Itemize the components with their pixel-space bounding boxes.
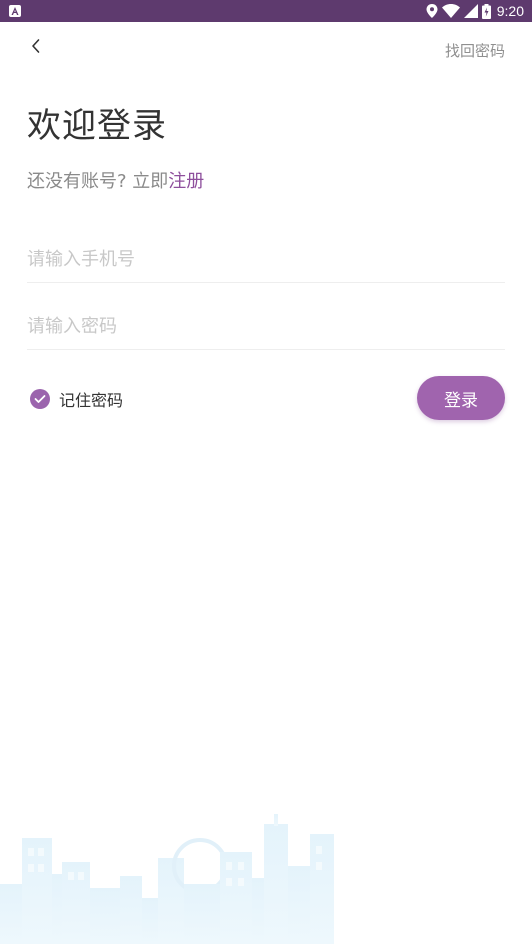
back-button[interactable] xyxy=(22,32,50,60)
password-input[interactable] xyxy=(27,303,505,349)
status-time: 9:20 xyxy=(496,3,524,19)
status-icons: 9:20 xyxy=(426,2,524,20)
register-link[interactable]: 注册 xyxy=(168,171,204,192)
login-screen: 9:20 找回密码 欢迎登录 还没有账号? 立即注册 记住密码 登录 xyxy=(0,0,532,944)
wifi-icon xyxy=(441,4,460,18)
password-field xyxy=(27,303,505,350)
phone-field xyxy=(27,236,505,283)
chevron-left-icon xyxy=(32,39,40,53)
phone-input[interactable] xyxy=(27,236,505,282)
remember-label: 记住密码 xyxy=(59,391,124,410)
signal-icon xyxy=(463,4,478,18)
app-notification-icon xyxy=(9,5,21,17)
remember-checkbox[interactable] xyxy=(30,389,50,409)
location-icon xyxy=(426,4,438,18)
check-icon xyxy=(34,395,46,403)
login-button[interactable]: 登录 xyxy=(417,376,505,420)
city-skyline-illustration xyxy=(0,814,334,944)
page-title: 欢迎登录 xyxy=(27,106,167,146)
status-bar: 9:20 xyxy=(0,0,532,22)
register-prompt-text: 还没有账号? 立即 xyxy=(27,171,169,192)
battery-icon xyxy=(481,3,491,19)
find-password-link[interactable]: 找回密码 xyxy=(445,40,505,61)
register-prompt: 还没有账号? 立即注册 xyxy=(27,167,204,193)
remember-password-toggle[interactable]: 记住密码 xyxy=(30,387,123,411)
